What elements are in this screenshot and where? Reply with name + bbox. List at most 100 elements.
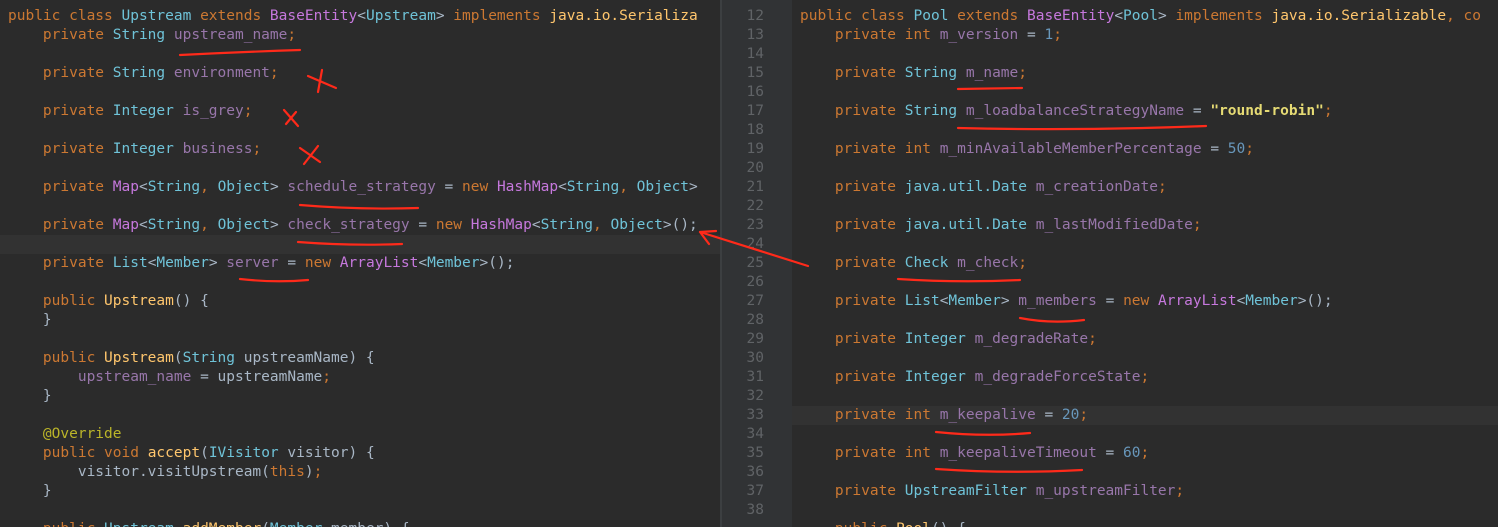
code-token: private bbox=[8, 217, 113, 233]
code-line[interactable]: private Integer m_degradeForceState; bbox=[792, 368, 1498, 387]
code-line[interactable] bbox=[792, 501, 1498, 520]
line-number: 13 bbox=[746, 27, 764, 43]
code-token: >(); bbox=[662, 217, 698, 233]
code-line[interactable] bbox=[0, 330, 720, 349]
code-token: String bbox=[904, 65, 966, 81]
code-token: ; bbox=[252, 141, 262, 157]
code-token: String bbox=[147, 179, 201, 195]
code-line[interactable] bbox=[0, 83, 720, 102]
code-token: ; bbox=[287, 27, 297, 43]
code-token: addMember bbox=[183, 521, 262, 527]
line-number: 34 bbox=[746, 426, 764, 442]
code-token: Integer bbox=[904, 331, 975, 347]
code-line[interactable]: private String m_loadbalanceStrategyName… bbox=[792, 102, 1498, 121]
code-line[interactable]: upstream_name = upstreamName; bbox=[0, 368, 720, 387]
code-token: new bbox=[435, 217, 471, 233]
code-token: Upstream bbox=[104, 293, 174, 309]
code-line[interactable]: visitor.visitUpstream(this); bbox=[0, 463, 720, 482]
code-line[interactable] bbox=[792, 311, 1498, 330]
code-line[interactable] bbox=[0, 406, 720, 425]
code-line[interactable]: } bbox=[0, 482, 720, 501]
code-line[interactable]: private Integer m_degradeRate; bbox=[792, 330, 1498, 349]
code-line[interactable]: private String m_name; bbox=[792, 64, 1498, 83]
line-number: 33 bbox=[746, 407, 764, 423]
code-line[interactable]: @Override bbox=[0, 425, 720, 444]
code-line[interactable] bbox=[0, 121, 720, 140]
code-line[interactable] bbox=[792, 121, 1498, 140]
right-editor-pane[interactable]: public class Pool extends BaseEntity<Poo… bbox=[792, 0, 1498, 527]
code-line[interactable]: public Upstream() { bbox=[0, 292, 720, 311]
code-token: private bbox=[800, 103, 905, 119]
code-line[interactable]: private int m_keepaliveTimeout = 60; bbox=[792, 444, 1498, 463]
code-line[interactable]: private List<Member> m_members = new Arr… bbox=[792, 292, 1498, 311]
code-line[interactable] bbox=[792, 45, 1498, 64]
code-line[interactable]: public void accept(IVisitor visitor) { bbox=[0, 444, 720, 463]
code-token: this bbox=[269, 464, 305, 480]
code-line[interactable] bbox=[792, 235, 1498, 254]
code-line[interactable]: private Map<String, Object> schedule_str… bbox=[0, 178, 720, 197]
code-token: IVisitor bbox=[208, 445, 288, 461]
code-line[interactable]: private Check m_check; bbox=[792, 254, 1498, 273]
code-line[interactable] bbox=[0, 45, 720, 64]
code-token: , bbox=[200, 217, 218, 233]
code-line[interactable]: private List<Member> server = new ArrayL… bbox=[0, 254, 720, 273]
code-token: private bbox=[800, 331, 905, 347]
code-line[interactable] bbox=[0, 197, 720, 216]
code-line[interactable]: } bbox=[0, 311, 720, 330]
code-token: Member bbox=[156, 255, 209, 271]
code-token: schedule_strategy bbox=[287, 179, 436, 195]
code-token: java.io.Serializable bbox=[1271, 8, 1447, 24]
code-line[interactable]: private Integer business; bbox=[0, 140, 720, 159]
code-token: Upstream bbox=[104, 350, 174, 366]
code-token: private bbox=[8, 255, 113, 271]
code-line[interactable]: private UpstreamFilter m_upstreamFilter; bbox=[792, 482, 1498, 501]
code-line[interactable]: private String environment; bbox=[0, 64, 720, 83]
code-token: m_version bbox=[939, 27, 1019, 43]
code-token: < bbox=[1236, 293, 1246, 309]
code-line[interactable] bbox=[792, 425, 1498, 444]
code-line[interactable] bbox=[0, 501, 720, 520]
code-line[interactable] bbox=[0, 273, 720, 292]
code-token: HashMap bbox=[496, 179, 559, 195]
code-line[interactable]: private Integer is_grey; bbox=[0, 102, 720, 121]
code-line[interactable]: } bbox=[0, 387, 720, 406]
code-line[interactable]: private int m_version = 1; bbox=[792, 26, 1498, 45]
code-token: Integer bbox=[112, 141, 183, 157]
code-token: private bbox=[800, 483, 905, 499]
code-line[interactable]: private Map<String, Object> check_strate… bbox=[0, 216, 720, 235]
code-line[interactable] bbox=[792, 463, 1498, 482]
code-token: business bbox=[182, 141, 253, 157]
code-line[interactable]: private int m_minAvailableMemberPercenta… bbox=[792, 140, 1498, 159]
code-line[interactable] bbox=[0, 159, 720, 178]
code-token: m_lastModifiedDate bbox=[1035, 217, 1193, 233]
code-token: BaseEntity bbox=[1027, 8, 1115, 24]
code-line[interactable]: public class Upstream extends BaseEntity… bbox=[0, 7, 720, 26]
code-token: ; bbox=[1053, 27, 1062, 43]
code-line[interactable] bbox=[792, 159, 1498, 178]
left-editor-pane[interactable]: public class Upstream extends BaseEntity… bbox=[0, 0, 720, 527]
code-line[interactable]: public Upstream addMember(Member member)… bbox=[0, 520, 720, 527]
code-line[interactable]: public Pool() { bbox=[792, 520, 1498, 527]
code-line[interactable] bbox=[792, 83, 1498, 102]
code-line[interactable] bbox=[792, 197, 1498, 216]
code-token: public class bbox=[8, 8, 122, 24]
code-line[interactable]: private String upstream_name; bbox=[0, 26, 720, 45]
code-line[interactable]: public class Pool extends BaseEntity<Poo… bbox=[792, 7, 1498, 26]
code-line[interactable] bbox=[792, 387, 1498, 406]
code-line[interactable]: private java.util.Date m_creationDate; bbox=[792, 178, 1498, 197]
code-line[interactable] bbox=[792, 273, 1498, 292]
code-token: java.util.Date bbox=[904, 179, 1036, 195]
code-line[interactable]: private java.util.Date m_lastModifiedDat… bbox=[792, 216, 1498, 235]
code-token: ( bbox=[200, 445, 209, 461]
code-token: } bbox=[8, 483, 52, 499]
code-token: check_strategy bbox=[287, 217, 410, 233]
code-token: Member bbox=[427, 255, 480, 271]
code-token: ( bbox=[261, 521, 270, 527]
code-token: new bbox=[1123, 293, 1158, 309]
code-line[interactable] bbox=[792, 349, 1498, 368]
code-token: Object bbox=[636, 179, 690, 195]
code-line[interactable]: private int m_keepalive = 20; bbox=[792, 406, 1498, 425]
code-line[interactable] bbox=[0, 235, 720, 254]
code-line[interactable]: public Upstream(String upstreamName) { bbox=[0, 349, 720, 368]
code-token: Check bbox=[904, 255, 958, 271]
